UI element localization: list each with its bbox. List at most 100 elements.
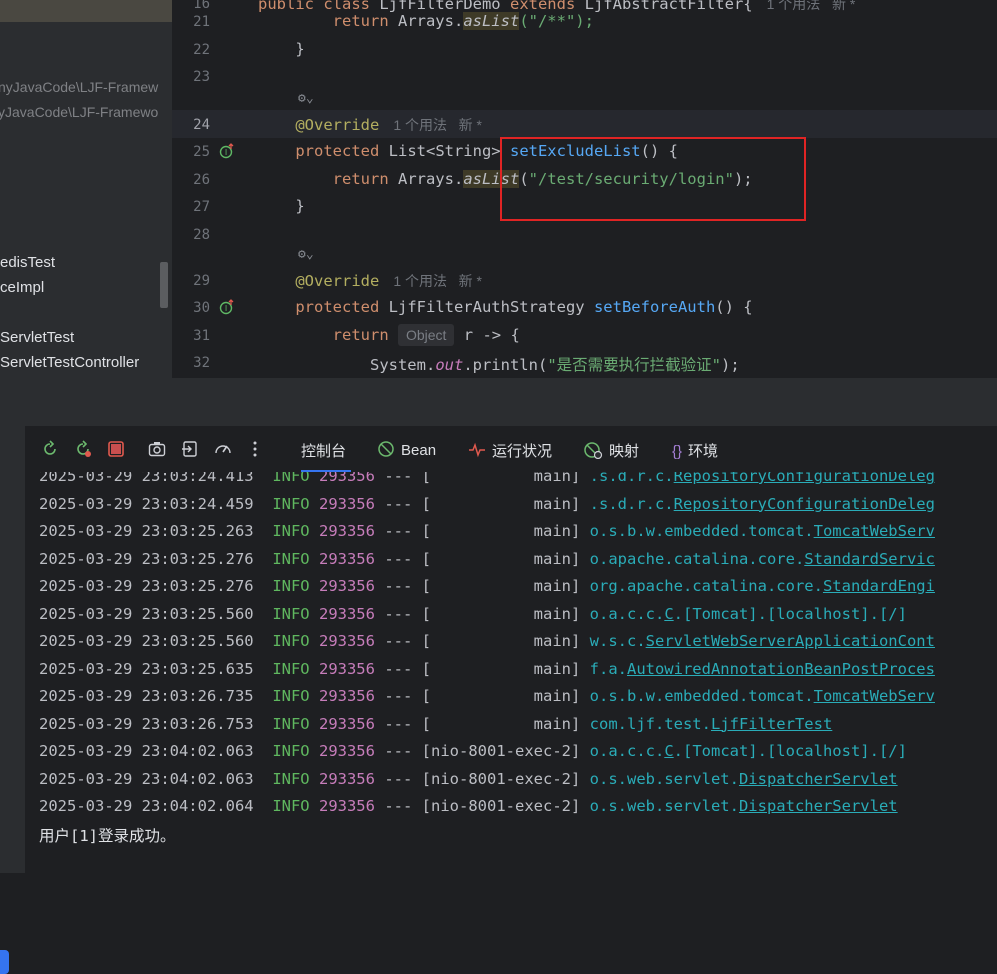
log-level: INFO [272,632,310,650]
log-logger-class[interactable]: LjfFilterTest [711,715,832,733]
log-separator: --- [384,714,413,733]
log-logger-package: o.apache.catalina.core. [589,549,805,568]
code-line-32: System.out.println("是否需要执行拦截验证"); [258,353,740,375]
stop-icon[interactable] [107,440,125,458]
log-separator: --- [384,687,413,705]
log-logger-class[interactable]: AutowiredAnnotationBeanPostProces [627,660,935,678]
line-number: 24 [193,117,210,133]
log-logger-package: o.s.b.w.embedded.tomcat. [589,522,814,540]
usage-hint[interactable]: 1 个用法 新 * [393,117,482,133]
log-level: INFO [272,472,310,485]
log-level: INFO [272,742,310,760]
more-options-icon[interactable] [246,440,264,458]
code-token: r -> { [454,326,520,344]
log-timestamp: 2025-03-29 23:03:26.753 [39,714,254,733]
log-level: INFO [272,604,310,623]
rerun-failed-icon[interactable] [74,440,92,458]
log-logger-class[interactable]: TomcatWebServ [814,687,935,705]
code-line-22: } [258,40,305,58]
code-token: @Override [258,272,380,290]
tree-item-servlet-test[interactable]: ServletTest [0,329,74,346]
line-number: 25 [193,144,210,160]
tab-bean[interactable]: Bean [377,440,436,459]
tool-window-divider[interactable] [0,378,997,426]
login-success-message: 用户[1]登录成功。 [39,827,176,845]
log-thread: [ main] [421,687,581,705]
code-token: .println( [463,356,548,374]
log-level: INFO [272,549,310,568]
log-logger-class[interactable]: StandardServic [804,550,935,568]
tree-header-strip [0,0,172,22]
usage-hint[interactable]: 1 个用法 新 * [393,273,482,289]
tree-path-1[interactable]: nyJavaCode\LJF-Framew [0,79,158,95]
tab-health[interactable]: 运行状况 [468,440,552,461]
log-row: 2025-03-29 23:03:25.276 INFO 293356 --- … [39,550,935,568]
log-level: INFO [272,577,310,595]
tree-item-redis-test[interactable]: edisTest [0,254,55,271]
tab-label: 环境 [688,443,719,460]
code-editor[interactable]: 16 public class LjfFilterDemo extends Lj… [172,0,997,378]
override-icon[interactable]: I [219,143,235,159]
log-logger-class[interactable]: StandardEngi [823,577,935,595]
log-logger-class[interactable]: ServletWebServerApplicationCont [646,632,935,650]
log-thread: [ main] [421,659,581,678]
tree-path-2[interactable]: yJavaCode\LJF-Framewo [0,104,158,120]
log-timestamp: 2025-03-29 23:04:02.063 [39,742,254,760]
code-token: System. [258,356,436,374]
tree-item-servlet-test-controller[interactable]: ServletTestController [0,354,139,371]
log-pid: 293356 [318,494,375,513]
tree-item-service-impl[interactable]: ceImpl [0,279,44,296]
line-number: 31 [193,328,210,344]
health-icon [469,442,485,458]
environment-icon: {} [672,443,683,460]
tab-console[interactable]: 控制台 [301,440,346,461]
tree-scrollbar[interactable] [160,262,168,308]
log-logger-package: o.a.c.c. [589,742,665,760]
log-logger-class[interactable]: DispatcherServlet [739,770,898,788]
rerun-icon[interactable] [41,440,59,458]
log-thread: [ main] [421,522,581,540]
log-timestamp: 2025-03-29 23:03:24.413 [39,472,254,485]
active-tool-window-marker[interactable] [0,950,9,974]
tab-mappings[interactable]: 映射 [583,440,639,461]
log-logger-class[interactable]: RepositoryConfigurationDeleg [674,495,935,513]
log-logger-class[interactable]: DispatcherServlet [739,797,898,815]
log-logger-class[interactable]: C [664,742,673,760]
log-logger-class[interactable]: TomcatWebServ [814,522,935,540]
log-timestamp: 2025-03-29 23:03:25.635 [39,659,254,678]
log-logger-package: f.a. [589,659,627,678]
log-thread: [ main] [421,549,581,568]
code-token: () { [715,298,753,316]
tab-environment[interactable]: {} 环境 [672,440,718,461]
type-inlay-hint: Object [397,324,455,346]
line-number: 27 [193,199,210,215]
code-token: return [258,170,398,188]
project-tree-panel: nyJavaCode\LJF-Framew yJavaCode\LJF-Fram… [0,0,172,378]
code-token: out [435,356,464,374]
log-pid: 293356 [318,604,375,623]
code-token: return [258,326,398,344]
log-separator: --- [384,577,413,595]
log-logger-class[interactable]: RepositoryConfigurationDeleg [674,472,935,485]
code-token: List<String> [388,142,510,160]
ai-assistant-icon[interactable]: ⚙⌄ [298,247,314,262]
log-row: 2025-03-29 23:03:24.459 INFO 293356 --- … [39,495,935,513]
override-icon[interactable]: I [219,299,235,315]
log-pid: 293356 [318,714,375,733]
screenshot-icon[interactable] [148,440,166,458]
ai-assistant-icon[interactable]: ⚙⌄ [298,91,314,106]
dashboard-icon[interactable] [214,440,232,458]
usage-hint[interactable]: 1 个用法 新 * [767,0,856,12]
log-logger-class[interactable]: C [664,605,673,623]
log-logger-package: .s.d.r.c. [589,494,674,513]
log-row: 2025-03-29 23:03:26.735 INFO 293356 --- … [39,687,935,705]
console-output[interactable]: 2025-03-29 23:03:24.413 INFO 293356 --- … [25,472,997,873]
log-row: 2025-03-29 23:04:02.063 INFO 293356 --- … [39,770,898,788]
export-icon[interactable] [181,440,199,458]
log-level: INFO [272,797,310,815]
log-logger-package: o.a.c.c. [589,604,665,623]
log-separator: --- [384,797,413,815]
log-timestamp: 2025-03-29 23:03:25.560 [39,632,254,650]
code-line-29: @Override 1 个用法 新 * [258,271,482,291]
code-token: asList [463,12,520,30]
